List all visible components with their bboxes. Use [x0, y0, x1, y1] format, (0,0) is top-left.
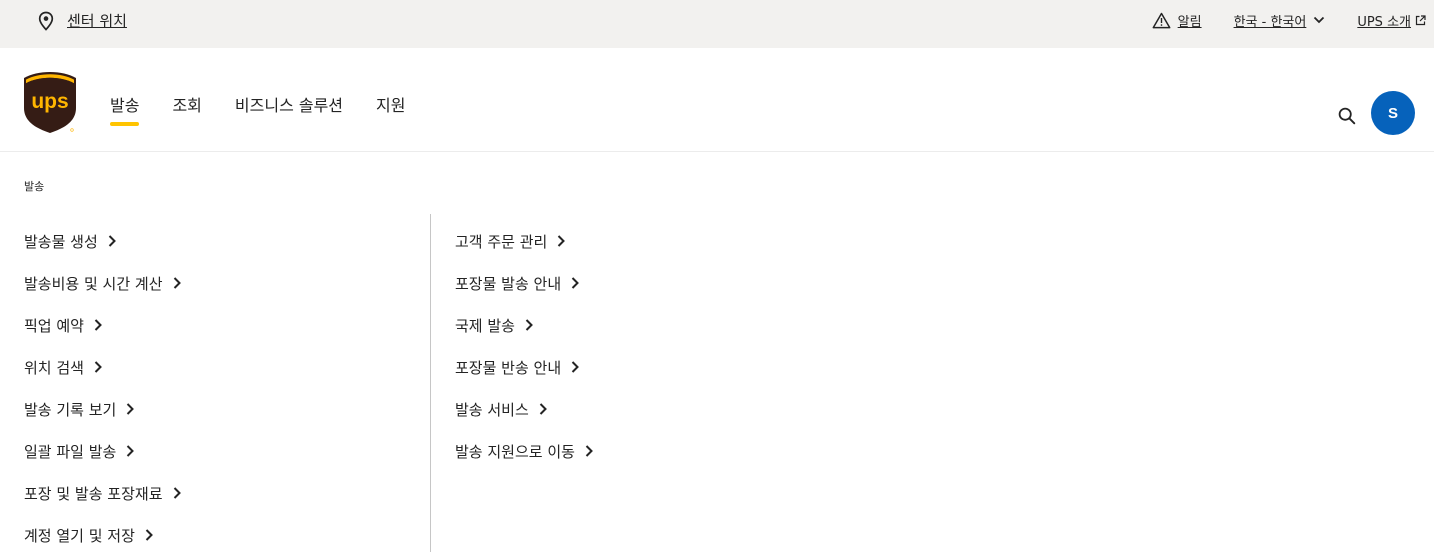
primary-nav: 발송 조회 비즈니스 솔루션 지원 — [110, 92, 439, 126]
chevron-right-icon — [571, 361, 580, 373]
menu-link-packaging-supplies[interactable]: 포장 및 발송 포장재료 — [24, 472, 182, 514]
chevron-right-icon — [571, 277, 580, 289]
chevron-right-icon — [94, 319, 102, 331]
menu-column-right: 고객 주문 관리 포장물 발송 안내 국제 발송 포장물 반송 안내 발송 서비… — [455, 220, 594, 472]
menu-link-label: 발송 서비스 — [455, 400, 529, 419]
menu-link-label: 포장물 반송 안내 — [455, 358, 562, 377]
menu-link-open-account[interactable]: 계정 열기 및 저장 — [24, 514, 182, 556]
nav-item-business-solutions[interactable]: 비즈니스 솔루션 — [235, 92, 343, 126]
warning-icon — [1152, 12, 1171, 28]
menu-divider — [430, 214, 431, 552]
menu-link-create-shipment[interactable]: 발송물 생성 — [24, 220, 182, 262]
menu-link-label: 포장물 발송 안내 — [455, 274, 562, 293]
chevron-right-icon — [173, 277, 181, 289]
location-label[interactable]: 센터 위치 — [67, 10, 127, 31]
menu-link-international[interactable]: 국제 발송 — [455, 304, 594, 346]
menu-link-find-location[interactable]: 위치 검색 — [24, 346, 182, 388]
chevron-right-icon — [127, 403, 135, 415]
chevron-right-icon — [539, 403, 547, 415]
alerts-label: 알림 — [1177, 14, 1202, 30]
chevron-right-icon — [525, 319, 533, 331]
main-header: ups 발송 조회 비즈니스 솔루션 지원 S — [0, 48, 1434, 152]
menu-link-label: 계정 열기 및 저장 — [24, 526, 135, 545]
menu-link-schedule-pickup[interactable]: 픽업 예약 — [24, 304, 182, 346]
chevron-right-icon — [94, 361, 102, 373]
nav-item-support[interactable]: 지원 — [376, 92, 405, 126]
menu-link-manage-orders[interactable]: 고객 주문 관리 — [455, 220, 594, 262]
menu-link-label: 국제 발송 — [455, 316, 515, 335]
search-button[interactable] — [1337, 106, 1357, 126]
menu-column-left: 발송물 생성 발송비용 및 시간 계산 픽업 예약 위치 검색 발송 기록 보기… — [24, 220, 182, 556]
menu-link-batch-file[interactable]: 일괄 파일 발송 — [24, 430, 182, 472]
chevron-down-icon — [1314, 16, 1325, 24]
map-pin-icon — [38, 11, 54, 31]
chevron-right-icon — [585, 445, 593, 457]
chevron-right-icon — [145, 529, 153, 541]
chevron-right-icon — [127, 445, 135, 457]
menu-link-calculate-cost[interactable]: 발송비용 및 시간 계산 — [24, 262, 182, 304]
alerts-link[interactable]: 알림 — [1152, 11, 1202, 30]
menu-link-label: 발송 지원으로 이동 — [455, 442, 575, 461]
menu-link-label: 발송 기록 보기 — [24, 400, 117, 419]
menu-link-label: 발송비용 및 시간 계산 — [24, 274, 163, 293]
chevron-right-icon — [173, 487, 181, 499]
language-label: 한국 - 한국어 — [1233, 14, 1307, 30]
about-label: UPS 소개 — [1357, 14, 1411, 30]
menu-title: 발송 — [24, 180, 45, 193]
menu-link-label: 픽업 예약 — [24, 316, 84, 335]
menu-link-shipping-guide[interactable]: 포장물 발송 안내 — [455, 262, 594, 304]
menu-link-returns-guide[interactable]: 포장물 반송 안내 — [455, 346, 594, 388]
menu-link-label: 고객 주문 관리 — [455, 232, 548, 251]
menu-link-label: 위치 검색 — [24, 358, 84, 377]
search-icon — [1338, 107, 1356, 125]
menu-link-shipping-history[interactable]: 발송 기록 보기 — [24, 388, 182, 430]
svg-text:ups: ups — [31, 90, 68, 113]
language-selector[interactable]: 한국 - 한국어 — [1234, 11, 1326, 30]
menu-link-label: 포장 및 발송 포장재료 — [24, 484, 163, 503]
ups-logo[interactable]: ups — [22, 70, 78, 134]
nav-item-tracking[interactable]: 조회 — [172, 92, 201, 126]
external-link-icon — [1415, 14, 1426, 25]
about-ups-link[interactable]: UPS 소개 — [1357, 11, 1426, 30]
menu-link-label: 일괄 파일 발송 — [24, 442, 117, 461]
chevron-right-icon — [108, 235, 116, 247]
chevron-right-icon — [558, 235, 566, 247]
ups-shield-icon: ups — [24, 72, 76, 133]
menu-link-label: 발송물 생성 — [24, 232, 98, 251]
nav-item-shipping[interactable]: 발송 — [110, 92, 140, 126]
menu-link-shipping-services[interactable]: 발송 서비스 — [455, 388, 594, 430]
location-link[interactable]: 센터 위치 — [37, 10, 127, 31]
utility-bar: 센터 위치 알림 한국 - 한국어 UPS 소개 — [0, 0, 1434, 48]
user-avatar-button[interactable]: S — [1371, 91, 1415, 135]
menu-link-shipping-support[interactable]: 발송 지원으로 이동 — [455, 430, 594, 472]
